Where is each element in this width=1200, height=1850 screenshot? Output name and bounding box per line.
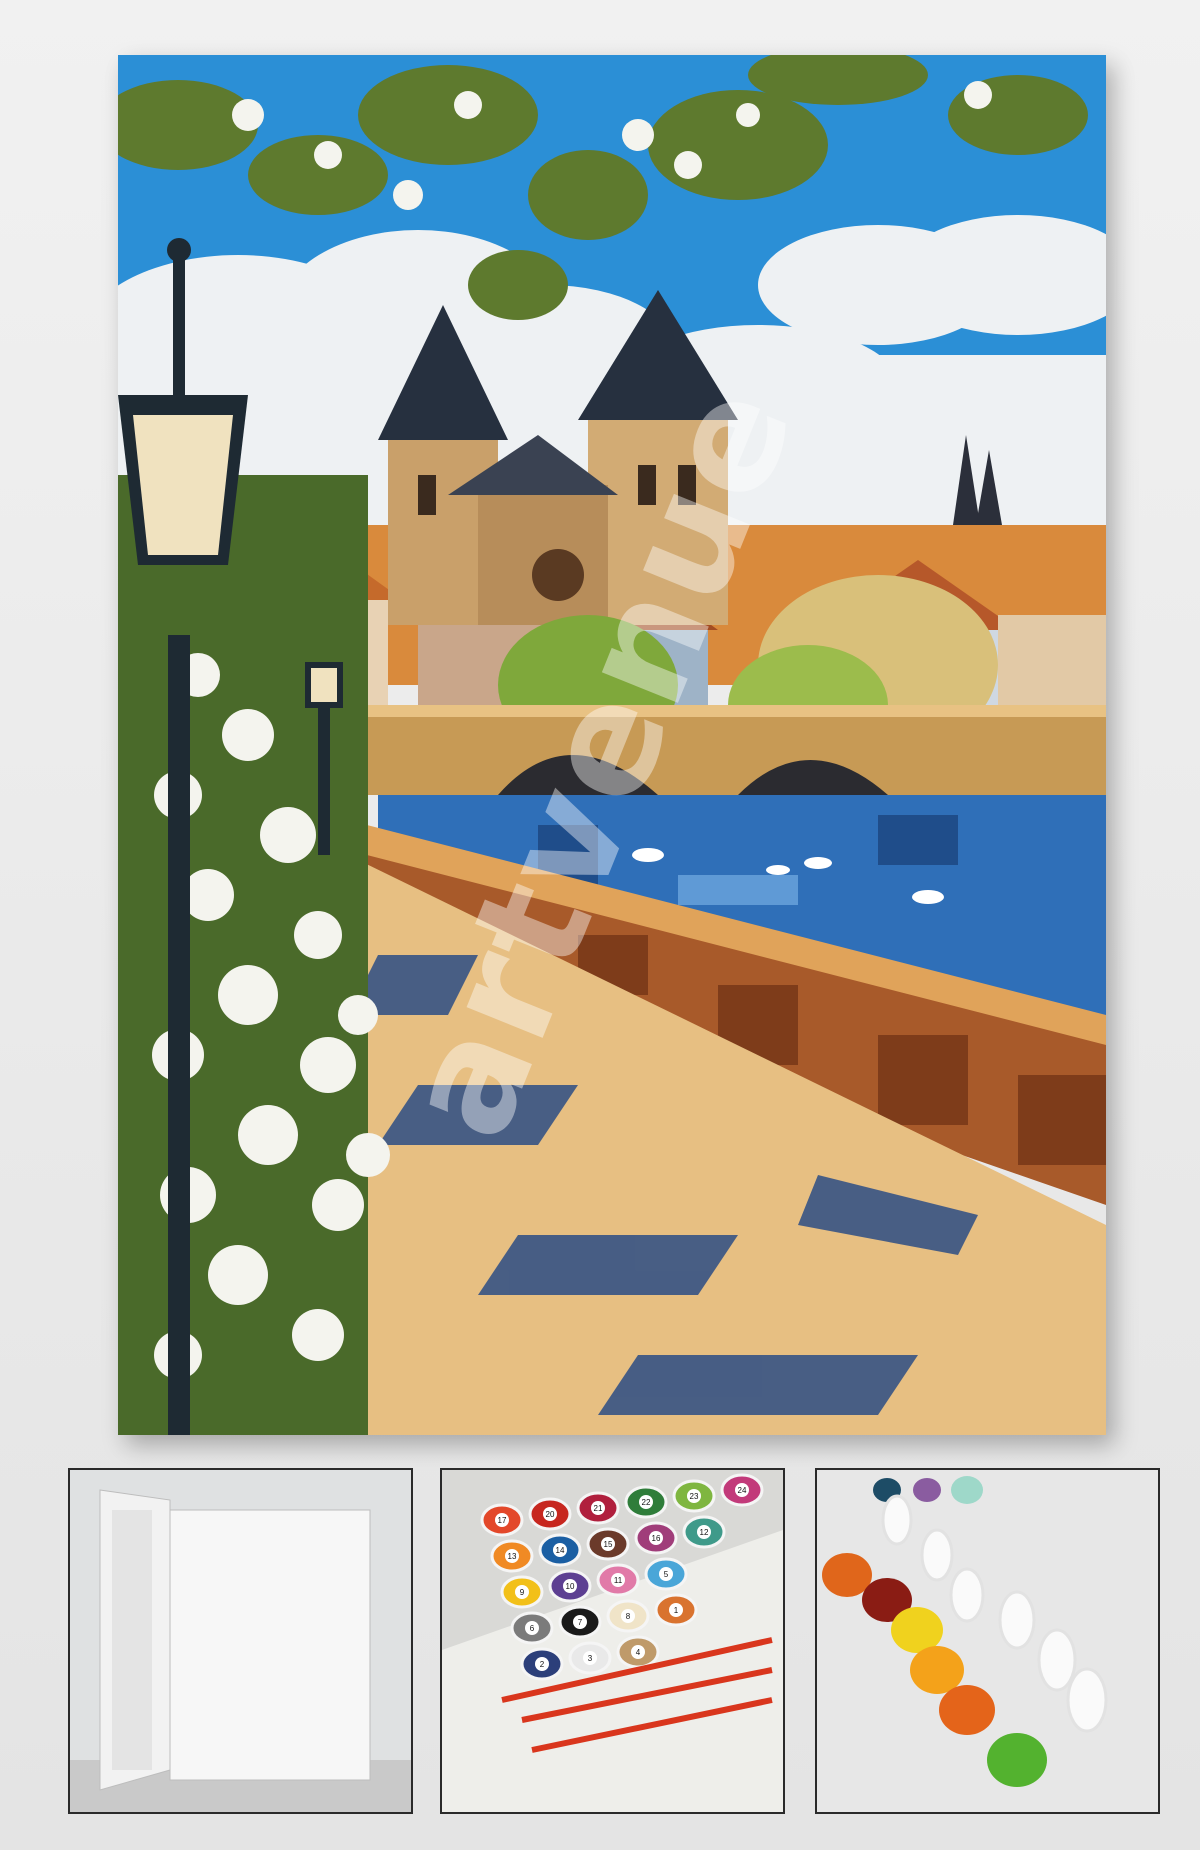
paint-pot: 1 [654,1593,698,1627]
paint-pot: 3 [568,1641,612,1675]
paint-pot-number: 14 [556,1546,565,1555]
prague-painting-illustration [118,55,1106,1435]
paint-pot-number: 1 [674,1606,679,1615]
paint-pot: 24 [720,1473,764,1507]
paint-pot: 14 [538,1533,582,1567]
paint-pot [987,1733,1047,1787]
paint-pot-number: 16 [652,1534,661,1543]
paint-pot-number: 10 [566,1582,575,1591]
paint-pot-number: 6 [530,1624,535,1633]
paint-pot: 10 [548,1569,592,1603]
paint-pot [951,1476,983,1504]
paint-pot: 13 [490,1539,534,1573]
paint-pot: 12 [682,1515,726,1549]
paint-pot-number: 11 [614,1576,623,1585]
paint-pot-number: 12 [700,1528,709,1537]
paint-pot: 20 [528,1497,572,1531]
stone-bridge [348,705,1106,795]
paint-pot-number: 20 [546,1510,555,1519]
paint-pot: 23 [672,1479,716,1513]
paint-pot-number: 13 [508,1552,517,1561]
paint-pot-number: 17 [498,1516,507,1525]
paint-pot: 11 [596,1563,640,1597]
blank-canvas-image [70,1470,411,1812]
paint-pot: 4 [616,1635,660,1669]
paint-pot-number: 9 [520,1588,525,1597]
thumbnail-paint-pots[interactable]: 17 20 21 22 23 24 13 14 15 16 12 9 10 11 5 6 7 8 1 2 3 4 [440,1468,785,1814]
paint-pot: 21 [576,1491,620,1525]
paint-pot-number: 22 [642,1498,651,1507]
paint-pot: 8 [606,1599,650,1633]
paint-pot: 22 [624,1485,668,1519]
paint-pot-number: 23 [690,1492,699,1501]
thumbnail-blank-canvas[interactable] [68,1468,413,1814]
paint-pot: 5 [644,1557,688,1591]
paint-pot-number: 7 [578,1618,583,1627]
open-paint-pots-image [817,1470,1158,1812]
paint-pot-number: 24 [738,1486,747,1495]
paint-pot-number: 15 [604,1540,613,1549]
paint-pot: 7 [558,1605,602,1639]
paint-pot-number: 3 [588,1654,593,1663]
paint-pot: 9 [500,1575,544,1609]
blossom-hedge [118,475,390,1435]
paint-pot: 17 [480,1503,524,1537]
paint-pot-number: 2 [540,1660,545,1669]
paint-pot-number: 5 [664,1570,669,1579]
paint-pot [913,1478,941,1502]
product-page: artvenue 17 20 21 22 23 24 13 14 15 16 12 9 10 11 5 6 7 8… [0,0,1200,1850]
paint-pot: 15 [586,1527,630,1561]
paint-pot: 2 [520,1647,564,1681]
thumbnail-open-paint-pots[interactable] [815,1468,1160,1814]
paint-pot: 6 [510,1611,554,1645]
main-painting [118,55,1106,1435]
paint-pot [822,1553,872,1597]
paint-pot-number: 4 [636,1648,641,1657]
paint-pot [939,1685,995,1735]
paint-pot: 16 [634,1521,678,1555]
numbered-paint-pots-image: 17202122232413141516129101156781234 [442,1470,783,1812]
paint-pot-number: 21 [594,1504,603,1513]
paint-pot [910,1646,964,1694]
paint-pot-number: 8 [626,1612,631,1621]
